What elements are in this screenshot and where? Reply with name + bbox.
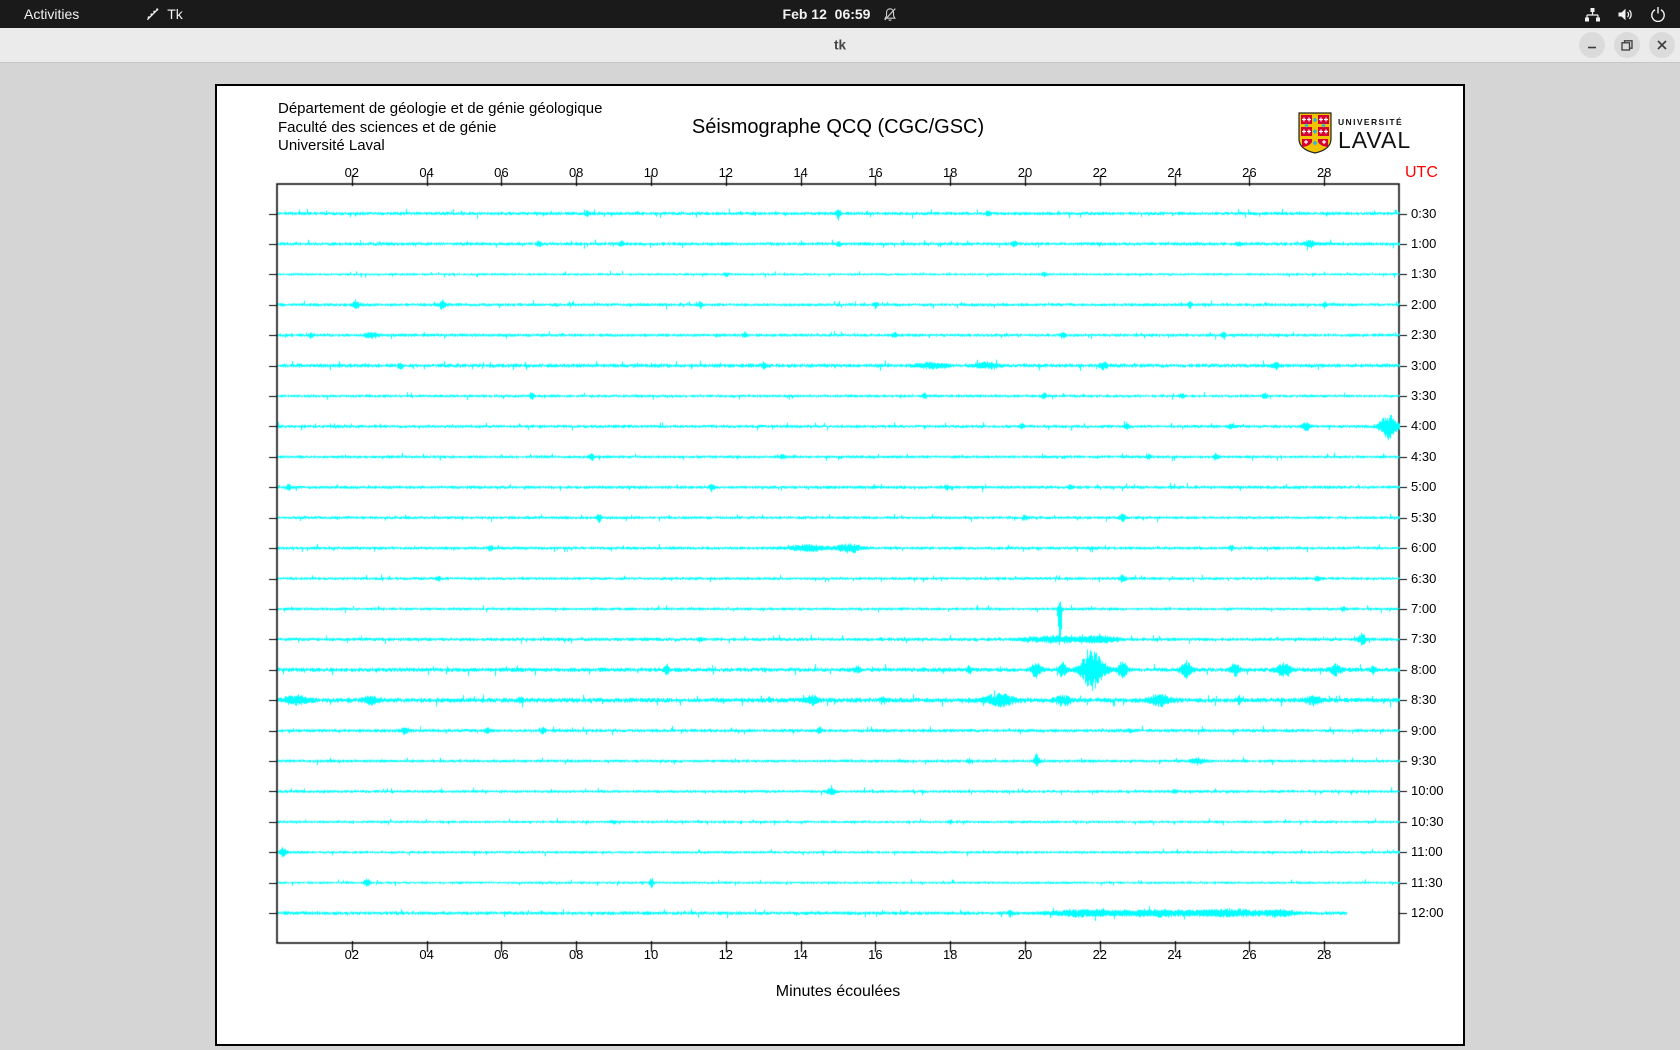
- institution-line: Université Laval: [278, 137, 602, 156]
- seismogram-plot: [217, 86, 1463, 1044]
- volume-icon: [1617, 7, 1634, 22]
- x-tick-label-top: 04: [419, 165, 433, 180]
- gnome-top-bar: Activities Tk Feb 12 06:59: [0, 0, 1680, 28]
- app-indicator[interactable]: Tk: [145, 0, 183, 28]
- clock-menu[interactable]: Feb 12 06:59: [783, 0, 898, 28]
- x-tick-label-bottom: 10: [644, 947, 658, 962]
- x-tick-label-bottom: 28: [1317, 947, 1331, 962]
- x-tick-label-top: 20: [1018, 165, 1032, 180]
- x-tick-label-bottom: 06: [494, 947, 508, 962]
- desktop: Activities Tk Feb 12 06:59: [0, 0, 1680, 1050]
- utc-time-label: 11:00: [1411, 844, 1443, 859]
- x-axis-title: Minutes écoulées: [776, 983, 901, 1001]
- x-tick-label-top: 06: [494, 165, 508, 180]
- x-tick-label-top: 02: [345, 165, 359, 180]
- utc-time-label: 8:00: [1411, 662, 1436, 677]
- x-tick-label-top: 12: [719, 165, 733, 180]
- institution-block: Département de géologie et de génie géol…: [278, 100, 602, 156]
- utc-time-label: 5:00: [1411, 479, 1436, 494]
- x-tick-label-bottom: 26: [1242, 947, 1256, 962]
- close-button[interactable]: [1649, 32, 1675, 58]
- utc-time-label: 4:30: [1411, 449, 1436, 464]
- laval-shield-icon: [1298, 112, 1332, 159]
- notifications-muted-icon: [882, 7, 897, 22]
- clock-label: Feb 12 06:59: [783, 6, 871, 22]
- window-title: tk: [834, 38, 846, 53]
- x-tick-label-top: 28: [1317, 165, 1331, 180]
- x-tick-label-top: 24: [1167, 165, 1181, 180]
- utc-time-label: 10:00: [1411, 783, 1444, 798]
- utc-time-label: 5:30: [1411, 510, 1436, 525]
- utc-time-label: 2:00: [1411, 297, 1436, 312]
- utc-time-label: 6:30: [1411, 571, 1436, 586]
- window-title-bar[interactable]: tk: [0, 28, 1680, 63]
- seismograph-panel: Département de géologie et de génie géol…: [215, 84, 1465, 1046]
- x-tick-label-bottom: 24: [1167, 947, 1181, 962]
- utc-time-label: 12:00: [1411, 905, 1444, 920]
- activities-button[interactable]: Activities: [10, 0, 93, 28]
- x-axis-bottom-labels: 02 04 06 08 10 12 14 16 18 20 22 24 26 28: [217, 947, 1463, 963]
- utc-label: UTC: [1405, 164, 1438, 182]
- x-tick-label-top: 14: [793, 165, 807, 180]
- network-wired-icon: [1584, 7, 1601, 22]
- utc-time-label: 4:00: [1411, 418, 1436, 433]
- x-tick-label-top: 18: [943, 165, 957, 180]
- x-tick-label-bottom: 18: [943, 947, 957, 962]
- power-icon: [1650, 6, 1666, 22]
- institution-line: Département de géologie et de génie géol…: [278, 100, 602, 119]
- x-tick-label-bottom: 08: [569, 947, 583, 962]
- utc-time-label: 1:30: [1411, 266, 1436, 281]
- minimize-button[interactable]: [1579, 32, 1605, 58]
- utc-time-label: 3:30: [1411, 388, 1436, 403]
- institution-line: Faculté des sciences et de génie: [278, 119, 602, 138]
- x-tick-label-top: 22: [1093, 165, 1107, 180]
- utc-time-label: 2:30: [1411, 327, 1436, 342]
- utc-time-label: 9:30: [1411, 753, 1436, 768]
- logo-universite-text: UNIVERSITÉ: [1338, 117, 1411, 127]
- x-axis-top-labels: 02 04 06 08 10 12 14 16 18 20 22 24 26 28: [217, 165, 1463, 181]
- plot-title: Séismographe QCQ (CGC/GSC): [692, 116, 984, 139]
- utc-time-label: 3:00: [1411, 358, 1436, 373]
- x-tick-label-bottom: 22: [1093, 947, 1107, 962]
- x-tick-label-bottom: 14: [793, 947, 807, 962]
- utc-time-label: 8:30: [1411, 692, 1436, 707]
- x-tick-label-top: 16: [868, 165, 882, 180]
- x-tick-label-top: 26: [1242, 165, 1256, 180]
- x-tick-label-top: 08: [569, 165, 583, 180]
- logo-laval-text: LAVAL: [1338, 127, 1411, 154]
- app-indicator-label: Tk: [167, 6, 183, 22]
- utc-time-label: 11:30: [1411, 875, 1443, 890]
- restore-button[interactable]: [1614, 32, 1640, 58]
- utc-time-label: 0:30: [1411, 206, 1436, 221]
- utc-time-label: 10:30: [1411, 814, 1444, 829]
- utc-time-label: 1:00: [1411, 236, 1436, 251]
- utc-time-label: 9:00: [1411, 723, 1436, 738]
- utc-time-label: 7:00: [1411, 601, 1436, 616]
- system-status-area[interactable]: [1584, 0, 1666, 28]
- x-tick-label-top: 10: [644, 165, 658, 180]
- x-tick-label-bottom: 20: [1018, 947, 1032, 962]
- utc-time-label: 6:00: [1411, 540, 1436, 555]
- x-tick-label-bottom: 12: [719, 947, 733, 962]
- x-tick-label-bottom: 16: [868, 947, 882, 962]
- universite-laval-logo: UNIVERSITÉ LAVAL: [1298, 112, 1411, 159]
- x-tick-label-bottom: 02: [345, 947, 359, 962]
- tk-app-icon: [145, 7, 160, 22]
- x-tick-label-bottom: 04: [419, 947, 433, 962]
- utc-time-label: 7:30: [1411, 631, 1436, 646]
